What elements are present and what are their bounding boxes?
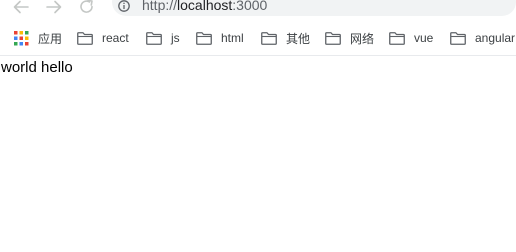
url-text[interactable]: http://localhost:3000: [142, 0, 267, 13]
reload-icon: [80, 0, 93, 13]
bookmark-label: react: [102, 31, 129, 45]
bookmark-folder-html[interactable]: html: [196, 26, 244, 50]
bookmark-label: js: [171, 31, 180, 45]
bookmark-folder-js[interactable]: js: [146, 26, 180, 50]
bookmark-folder-vue[interactable]: vue: [389, 26, 433, 50]
folder-icon: [450, 31, 466, 45]
bookmark-label: 网络: [350, 31, 375, 46]
bookmark-label: html: [221, 31, 244, 45]
bookmark-label: vue: [414, 31, 434, 45]
bookmark-folder-react[interactable]: react: [77, 26, 129, 50]
folder-icon: [77, 31, 93, 45]
folder-icon: [196, 31, 212, 45]
bookmarks-bar: 应用 react js html 其他 网络 vue angular: [0, 26, 516, 50]
bookmark-folder-other[interactable]: 其他: [261, 26, 310, 50]
page-text: world hello: [1, 59, 73, 76]
bookmark-label: 其他: [286, 31, 311, 46]
arrow-left-icon: [13, 0, 29, 14]
bookmark-folder-angular[interactable]: angular: [450, 26, 515, 50]
browser-window: http://localhost:3000 应用 react js html 其…: [0, 0, 516, 252]
info-icon[interactable]: [118, 0, 130, 12]
arrow-right-icon: [46, 0, 62, 14]
folder-icon: [325, 31, 341, 45]
address-bar[interactable]: http://localhost:3000: [112, 0, 516, 16]
bookmarks-divider: [0, 55, 516, 56]
folder-icon: [261, 31, 277, 45]
bookmark-folder-network[interactable]: 网络: [325, 26, 374, 50]
bookmark-label: angular: [475, 31, 516, 45]
browser-toolbar: http://localhost:3000: [0, 0, 516, 20]
back-button[interactable]: [10, 0, 32, 14]
url-port: :3000: [232, 0, 268, 13]
page-viewport: world hello: [0, 57, 516, 252]
url-host: localhost: [177, 0, 233, 13]
apps-grid-icon: [14, 30, 29, 45]
forward-button[interactable]: [43, 0, 65, 14]
reload-button[interactable]: [76, 0, 98, 14]
folder-icon: [389, 31, 405, 45]
bookmark-label: 应用: [38, 31, 63, 46]
folder-icon: [146, 31, 162, 45]
url-scheme: http://: [142, 0, 178, 13]
bookmark-apps[interactable]: 应用: [14, 26, 62, 50]
